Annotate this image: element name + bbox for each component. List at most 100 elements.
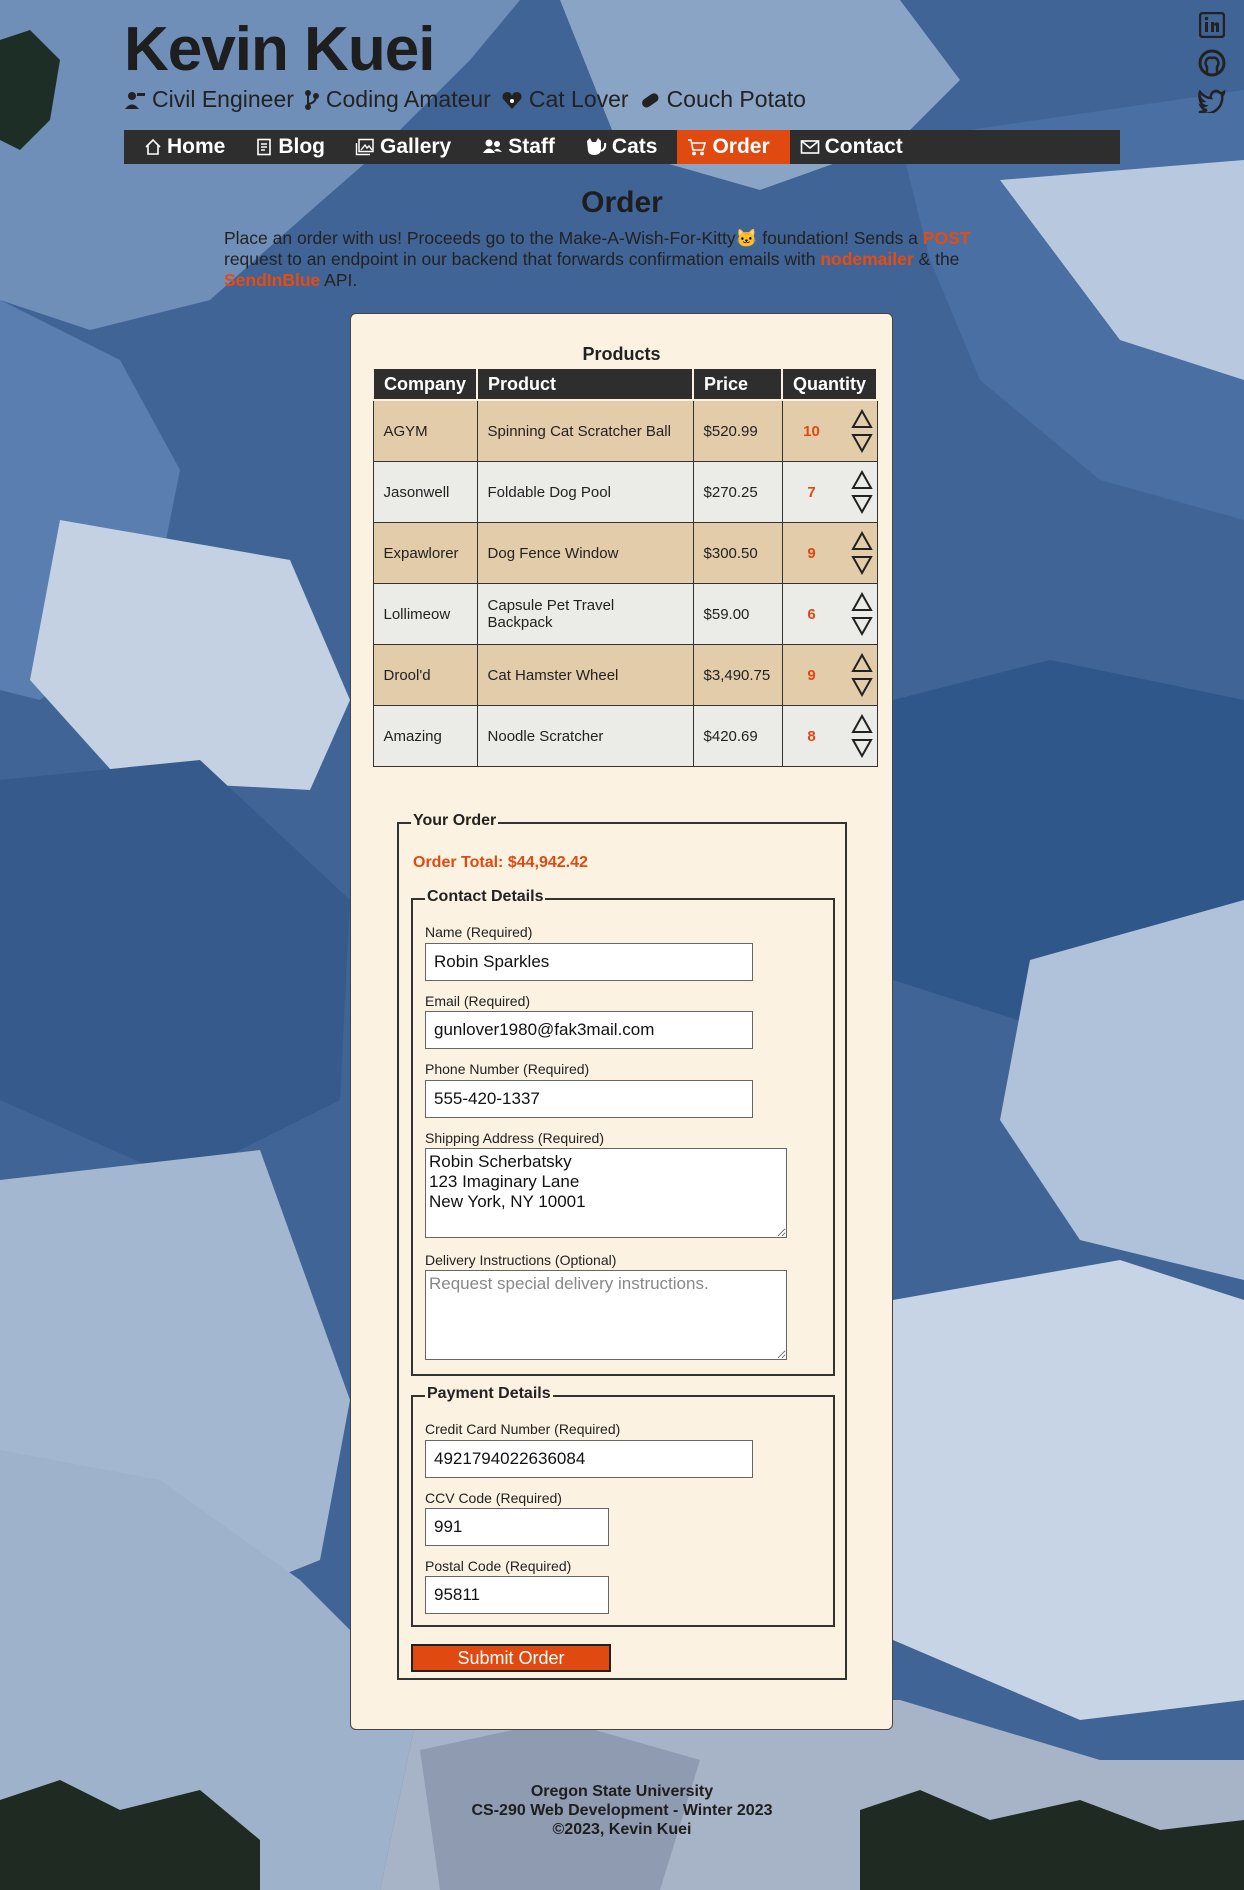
site-title: Kevin Kuei [124, 15, 435, 84]
quantity-value: 6 [807, 605, 816, 623]
linkedin-link[interactable] [1198, 10, 1226, 40]
decrement-button[interactable] [850, 554, 873, 576]
cart-icon [688, 139, 707, 156]
document-icon [257, 138, 272, 156]
nav-item-gallery[interactable]: Gallery [345, 130, 471, 164]
products-body: AGYM Spinning Cat Scratcher Ball $520.99 10… [372, 399, 878, 767]
tag-coding-amateur: Coding Amateur [304, 86, 491, 113]
nav-item-staff[interactable]: Staff [471, 130, 575, 164]
intro-text: Place an order with us! Proceeds go to t… [224, 228, 923, 248]
shipping-address-label: Shipping Address (Required) [425, 1130, 604, 1146]
triangle-up-icon [850, 592, 873, 611]
home-icon [145, 138, 161, 155]
mail-icon [800, 140, 819, 154]
payment-details-legend: Payment Details [425, 1385, 553, 1403]
decrement-button[interactable] [850, 615, 873, 637]
nav-label: Home [167, 135, 226, 158]
column-header-company: Company [371, 367, 479, 401]
delivery-instructions-label: Delivery Instructions (Optional) [425, 1252, 617, 1268]
price-cell: $270.25 [692, 461, 783, 523]
intro-paragraph: Place an order with us! Proceeds go to t… [224, 228, 1014, 291]
quantity-cell: 10 [781, 399, 878, 462]
increment-button[interactable] [850, 652, 873, 674]
product-cell: Capsule Pet Travel Backpack [476, 583, 694, 645]
nav-item-contact[interactable]: Contact [790, 130, 923, 164]
tag-cat-lover: Cat Lover [501, 86, 629, 113]
name-field[interactable] [425, 943, 753, 981]
nav-label: Staff [508, 135, 555, 158]
quantity-value: 8 [807, 727, 816, 745]
postal-code-field[interactable] [425, 1576, 609, 1614]
quantity-arrows [850, 591, 873, 637]
order-card: Products Company Product Price Quantity … [350, 313, 893, 1730]
quantity-cell: 8 [781, 705, 878, 767]
price-cell: $520.99 [692, 399, 783, 462]
decrement-button[interactable] [850, 676, 873, 698]
branch-icon [304, 89, 319, 110]
quantity-value: 7 [807, 483, 816, 501]
tag-label: Civil Engineer [152, 86, 294, 112]
decrement-button[interactable] [850, 432, 873, 454]
quantity-stepper: 9 [783, 645, 873, 705]
ccv-field[interactable] [425, 1508, 609, 1546]
price-cell: $300.50 [692, 522, 783, 584]
product-cell: Foldable Dog Pool [476, 461, 694, 523]
intro-text: request to an endpoint in our backend th… [224, 249, 821, 269]
card-number-label: Credit Card Number (Required) [425, 1421, 621, 1437]
increment-button[interactable] [850, 591, 873, 613]
quantity-stepper: 8 [783, 706, 873, 766]
triangle-up-icon [850, 409, 873, 428]
footer: Oregon State University CS-290 Web Devel… [0, 1782, 1244, 1839]
intro-text: API. [320, 270, 358, 290]
company-cell: AGYM [372, 399, 478, 462]
quantity-arrows [850, 652, 873, 698]
increment-button[interactable] [850, 469, 873, 491]
quantity-cell: 6 [781, 583, 878, 645]
decrement-button[interactable] [850, 493, 873, 515]
nav-item-blog[interactable]: Blog [245, 130, 345, 164]
product-cell: Dog Fence Window [476, 522, 694, 584]
twitter-link[interactable] [1198, 86, 1226, 116]
price-cell: $420.69 [692, 705, 783, 767]
increment-button[interactable] [850, 530, 873, 552]
triangle-down-icon [850, 495, 873, 514]
sendinblue-link[interactable]: SendInBlue [224, 270, 320, 290]
main-nav: Home Blog Gallery Staff Cats Order Conta… [124, 130, 1120, 164]
company-cell: Lollimeow [372, 583, 478, 645]
nodemailer-link[interactable]: nodemailer [820, 249, 913, 269]
quantity-stepper: 10 [783, 401, 873, 461]
quantity-value: 10 [803, 422, 820, 440]
card-number-field[interactable] [425, 1440, 753, 1478]
post-link[interactable]: POST [923, 228, 971, 248]
nav-item-home[interactable]: Home [134, 130, 245, 164]
postal-code-label: Postal Code (Required) [425, 1558, 572, 1574]
shipping-address-field[interactable]: Robin Scherbatsky 123 Imaginary Lane New… [425, 1148, 787, 1238]
github-link[interactable] [1198, 48, 1226, 78]
order-total: Order Total: $44,942.42 [413, 854, 588, 871]
increment-button[interactable] [850, 408, 873, 430]
table-row: Amazing Noodle Scratcher $420.69 8 [372, 705, 878, 767]
github-icon [1198, 49, 1226, 77]
email-field[interactable] [425, 1011, 753, 1049]
column-header-product: Product [476, 367, 695, 401]
quantity-value: 9 [807, 666, 816, 684]
price-cell: $59.00 [692, 583, 783, 645]
column-header-price: Price [692, 367, 784, 401]
product-cell: Cat Hamster Wheel [476, 644, 694, 706]
nav-item-order[interactable]: Order [677, 130, 790, 164]
submit-order-button[interactable]: Submit Order [411, 1644, 611, 1672]
quantity-value: 9 [807, 544, 816, 562]
triangle-down-icon [850, 617, 873, 636]
quantity-arrows [850, 713, 873, 759]
increment-button[interactable] [850, 713, 873, 735]
footer-copyright: ©2023, Kevin Kuei [552, 1821, 692, 1838]
phone-field[interactable] [425, 1080, 753, 1118]
decrement-button[interactable] [850, 737, 873, 759]
company-cell: Amazing [372, 705, 478, 767]
nav-item-cats[interactable]: Cats [575, 130, 678, 164]
delivery-instructions-field[interactable] [425, 1270, 787, 1360]
nav-label: Gallery [380, 135, 452, 158]
company-cell: Drool'd [372, 644, 478, 706]
triangle-down-icon [850, 434, 873, 453]
table-row: Jasonwell Foldable Dog Pool $270.25 7 [372, 461, 878, 523]
